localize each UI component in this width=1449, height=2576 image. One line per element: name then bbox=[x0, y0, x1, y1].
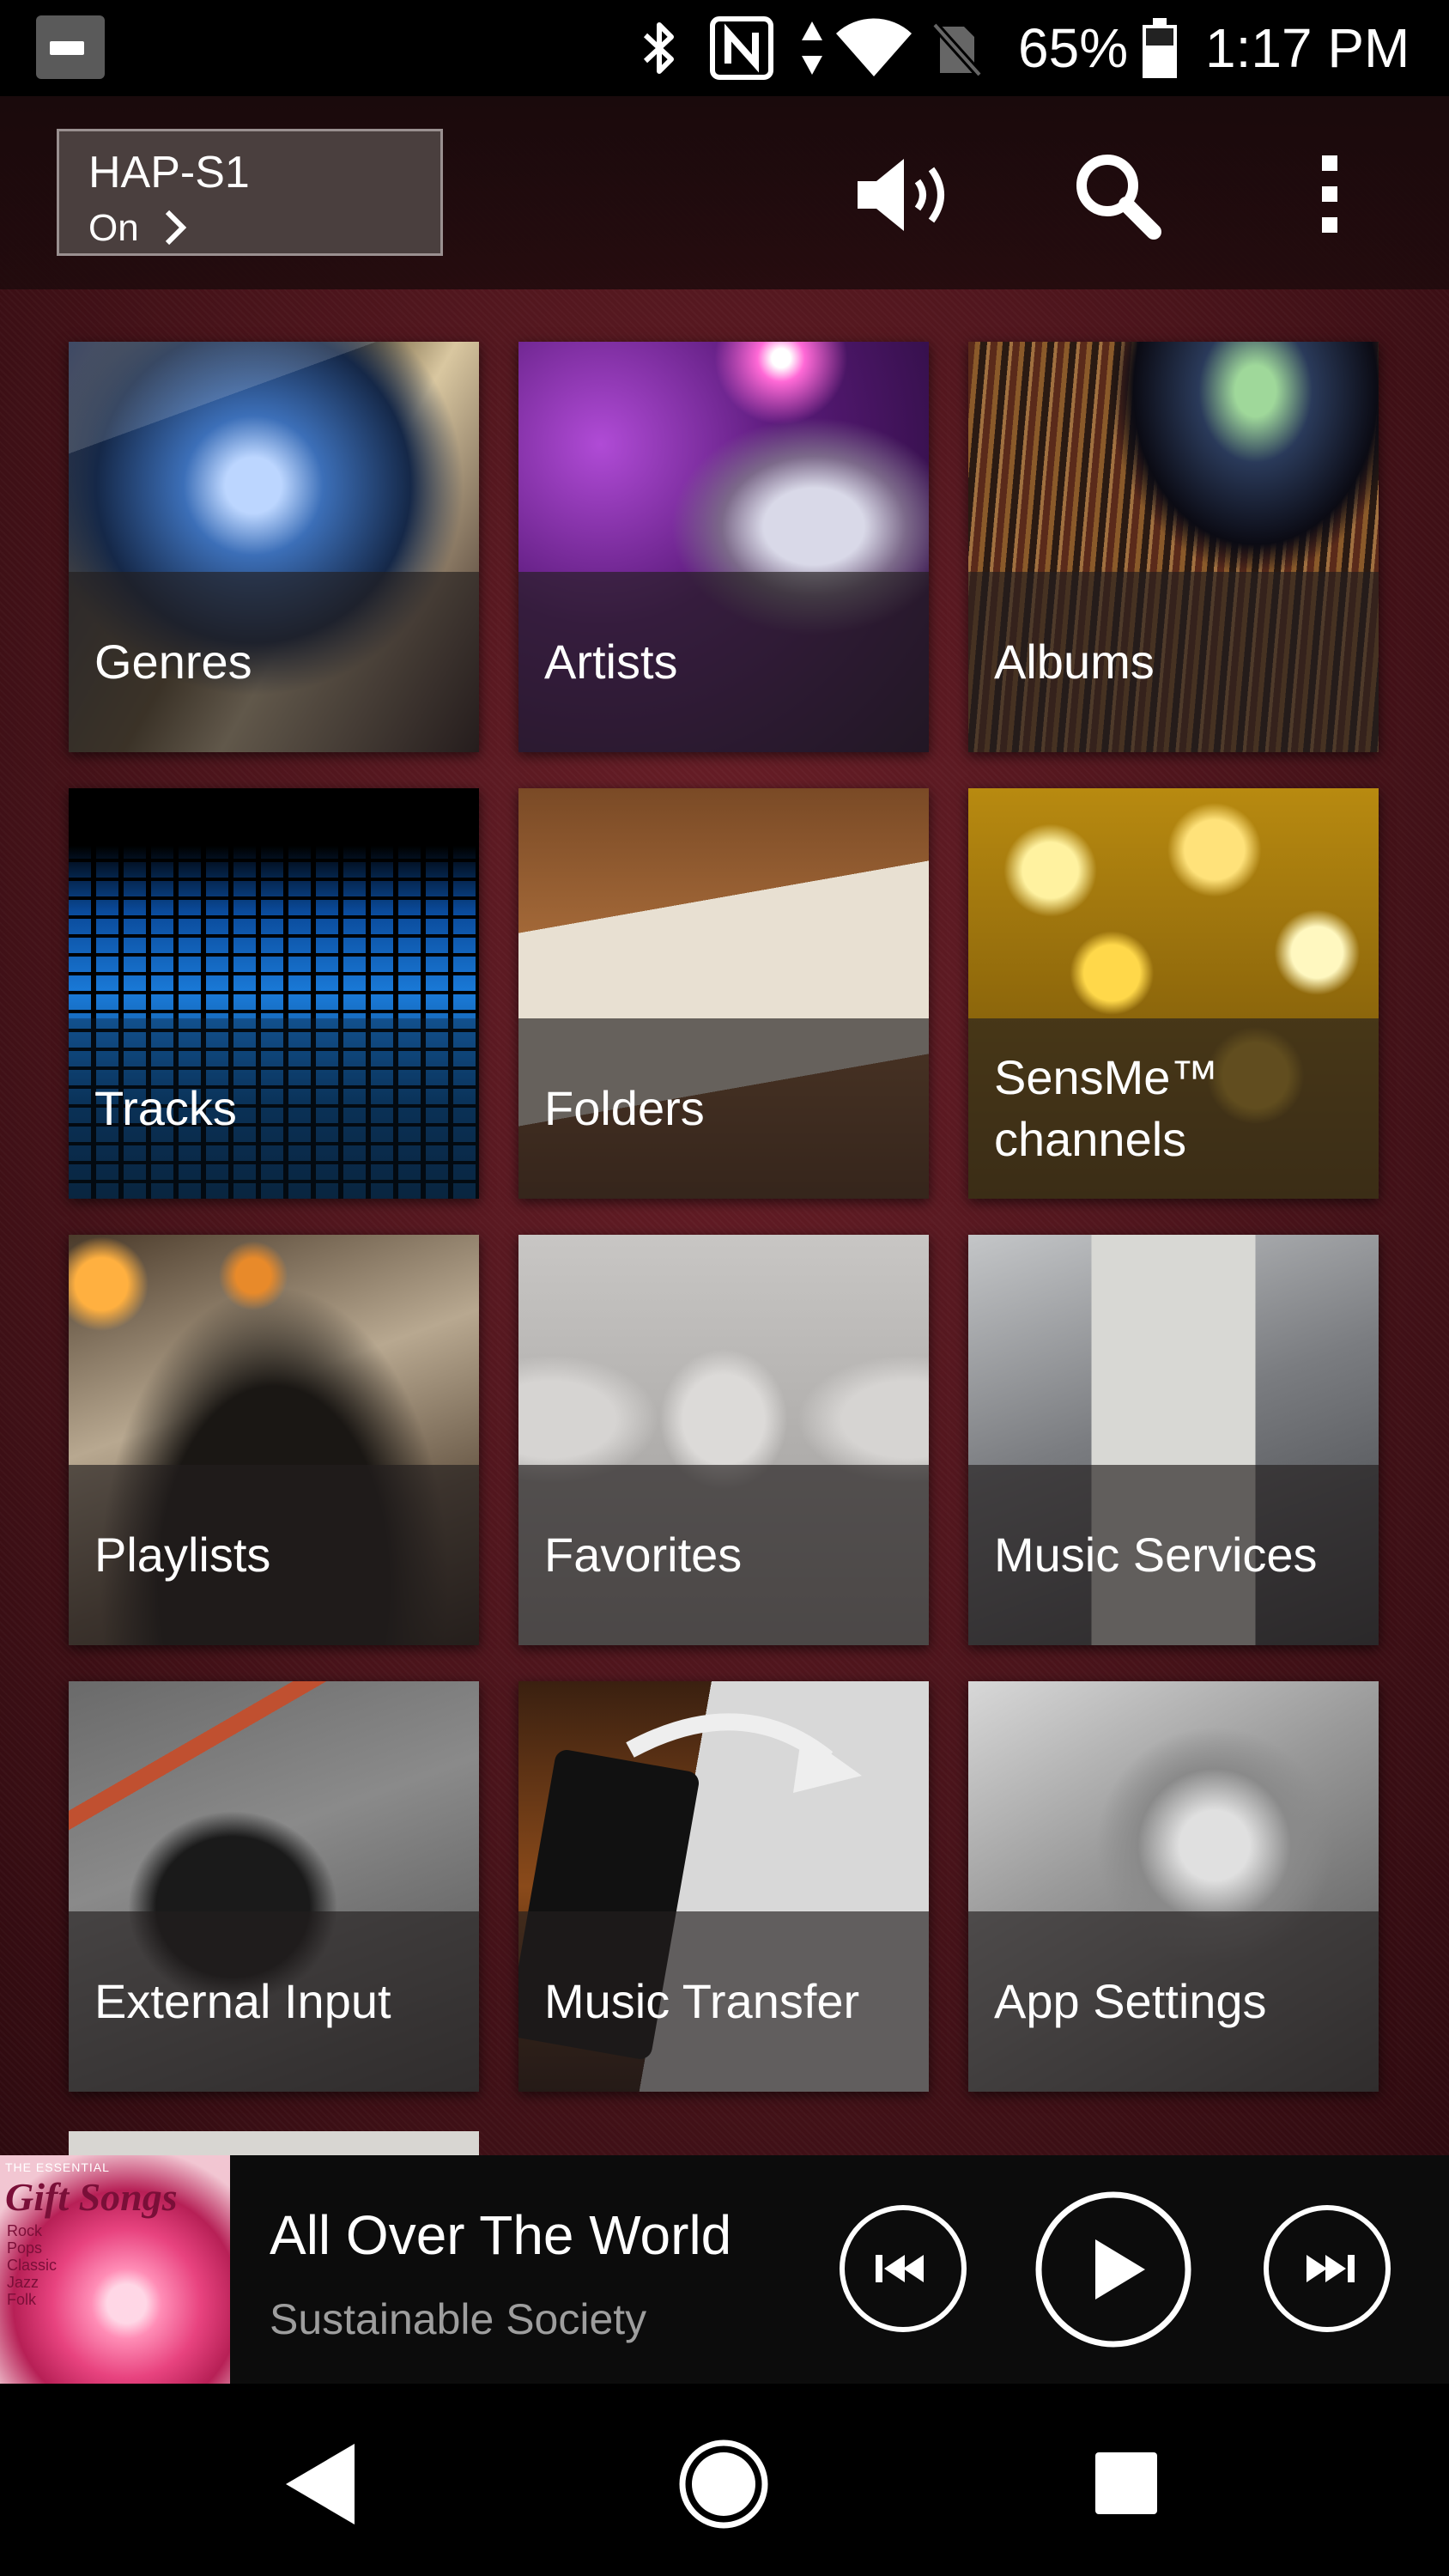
top-bar: HAP-S1 On bbox=[0, 96, 1449, 289]
tile-label-bar: Albums bbox=[968, 572, 1379, 752]
device-name: HAP-S1 bbox=[88, 148, 250, 197]
next-icon[interactable] bbox=[1262, 2203, 1392, 2334]
tile-label: Playlists bbox=[94, 1528, 271, 1582]
category-tile-tracks[interactable]: Tracks bbox=[69, 788, 479, 1199]
tile-label-bar: Genres bbox=[69, 572, 479, 752]
category-tile-music-services[interactable]: Music Services bbox=[968, 1235, 1379, 1645]
back-icon[interactable] bbox=[266, 2428, 378, 2540]
home-icon[interactable] bbox=[668, 2428, 779, 2540]
bluetooth-icon bbox=[632, 15, 687, 81]
play-icon[interactable] bbox=[1034, 2190, 1193, 2349]
tile-label: Artists bbox=[544, 635, 678, 689]
tile-label: Albums bbox=[994, 635, 1155, 689]
app-notification-icon bbox=[36, 15, 105, 79]
tile-label: Music Services bbox=[994, 1528, 1318, 1582]
more-vert-icon[interactable] bbox=[1274, 148, 1385, 242]
category-tile-albums[interactable]: Albums bbox=[968, 342, 1379, 752]
album-art-genres: Rock Pops Classic Jazz Folk bbox=[7, 2222, 58, 2308]
tile-label-bar: Music Transfer bbox=[518, 1911, 929, 2092]
category-tile-favorites[interactable]: Favorites bbox=[518, 1235, 929, 1645]
chevron-right-icon bbox=[162, 209, 188, 250]
category-tile-external-input[interactable]: External Input bbox=[69, 1681, 479, 2092]
recents-icon[interactable] bbox=[1071, 2428, 1183, 2540]
tile-label: Favorites bbox=[544, 1528, 743, 1582]
tile-label-bar: App Settings bbox=[968, 1911, 1379, 2092]
tile-label-bar: SensMe™ channels bbox=[968, 1018, 1379, 1199]
album-art-title: Gift Songs bbox=[5, 2175, 178, 2219]
navigation-bar bbox=[0, 2384, 1449, 2576]
tile-label-bar: External Input bbox=[69, 1911, 479, 2092]
track-artist: Sustainable Society bbox=[270, 2295, 647, 2343]
album-art-caption: THE ESSENTIAL bbox=[5, 2160, 110, 2174]
main-content: Genres Artists Albums Tracks Folders Sen… bbox=[0, 96, 1449, 2155]
search-icon[interactable] bbox=[1061, 148, 1173, 242]
category-tile-app-settings[interactable]: App Settings bbox=[968, 1681, 1379, 2092]
category-tile-sensme-channels[interactable]: SensMe™ channels bbox=[968, 788, 1379, 1199]
tile-label: App Settings bbox=[994, 1974, 1267, 2028]
category-tile-genres[interactable]: Genres bbox=[69, 342, 479, 752]
device-selector-button[interactable]: HAP-S1 On bbox=[57, 129, 443, 256]
device-status: On bbox=[88, 207, 139, 249]
category-grid: Genres Artists Albums Tracks Folders Sen… bbox=[0, 96, 1449, 2155]
clock: 1:17 PM bbox=[1205, 17, 1410, 79]
category-tile-partial[interactable] bbox=[69, 2131, 479, 2155]
nfc-icon bbox=[706, 15, 778, 81]
album-art[interactable]: THE ESSENTIAL Gift Songs Rock Pops Class… bbox=[0, 2155, 230, 2384]
category-tile-artists[interactable]: Artists bbox=[518, 342, 929, 752]
tile-label-bar: Artists bbox=[518, 572, 929, 752]
battery-icon bbox=[1138, 15, 1181, 81]
category-tile-playlists[interactable]: Playlists bbox=[69, 1235, 479, 1645]
tile-label-bar: Music Services bbox=[968, 1465, 1379, 1645]
tile-label: External Input bbox=[94, 1974, 391, 2028]
tile-label-bar: Folders bbox=[518, 1018, 929, 1199]
tile-label-bar: Favorites bbox=[518, 1465, 929, 1645]
track-title: All Over The World bbox=[270, 2204, 732, 2266]
status-bar: 65% 1:17 PM bbox=[0, 0, 1449, 96]
tile-label: Tracks bbox=[94, 1081, 237, 1135]
no-sim-icon bbox=[927, 15, 987, 81]
tile-label: SensMe™ channels bbox=[994, 1050, 1219, 1166]
wifi-icon bbox=[831, 15, 917, 81]
screen: 65% 1:17 PM Genres Artists Albums Tracks… bbox=[0, 0, 1449, 2576]
previous-icon[interactable] bbox=[838, 2203, 968, 2334]
tile-label: Folders bbox=[544, 1081, 705, 1135]
category-tile-folders[interactable]: Folders bbox=[518, 788, 929, 1199]
category-tile-music-transfer[interactable]: Music Transfer bbox=[518, 1681, 929, 2092]
tile-label: Genres bbox=[94, 635, 252, 689]
mini-player[interactable]: THE ESSENTIAL Gift Songs Rock Pops Class… bbox=[0, 2155, 1449, 2384]
battery-percent: 65% bbox=[1018, 17, 1129, 79]
data-transfer-icon bbox=[795, 15, 829, 81]
tile-label: Music Transfer bbox=[544, 1974, 860, 2028]
tile-label-bar: Tracks bbox=[69, 1018, 479, 1199]
tile-label-bar: Playlists bbox=[69, 1465, 479, 1645]
volume-icon[interactable] bbox=[846, 148, 958, 242]
